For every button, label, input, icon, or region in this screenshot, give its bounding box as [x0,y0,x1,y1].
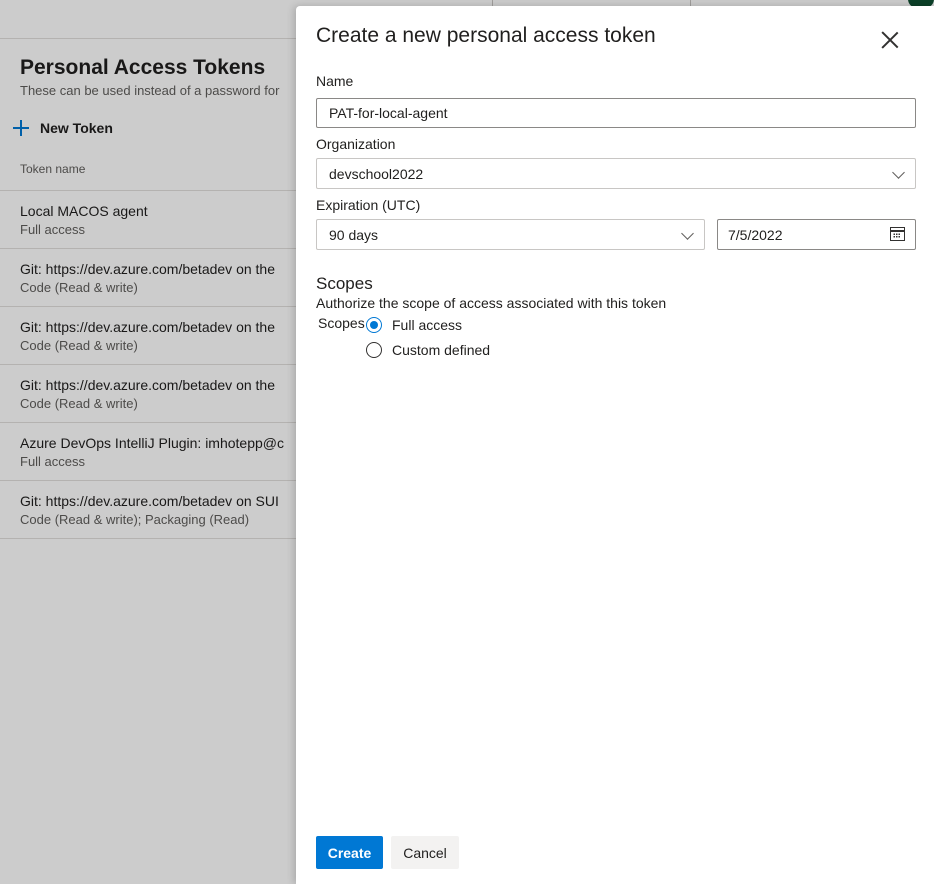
scope-option-full-access[interactable]: Full access [366,317,462,333]
name-input[interactable] [316,98,916,128]
organization-dropdown[interactable]: devschool2022 [316,158,916,189]
calendar-icon[interactable] [890,227,905,241]
expiration-date-value: 7/5/2022 [728,226,783,243]
scopes-label: Scopes [318,315,365,331]
close-icon[interactable] [878,28,902,52]
scope-option-custom-defined[interactable]: Custom defined [366,342,490,358]
panel-title: Create a new personal access token [316,24,656,47]
name-label: Name [316,73,354,89]
create-token-panel: Create a new personal access token Name … [296,6,934,884]
expiration-label: Expiration (UTC) [316,197,421,213]
chevron-down-icon [892,166,905,179]
organization-label: Organization [316,136,396,152]
expiration-date-picker[interactable]: 7/5/2022 [717,219,916,250]
scopes-heading: Scopes [316,274,373,293]
scopes-description: Authorize the scope of access associated… [316,295,667,311]
scope-option-label: Full access [392,317,463,333]
expiration-dropdown[interactable]: 90 days [316,219,705,250]
chevron-down-icon [681,227,694,240]
radio-button[interactable] [366,342,382,358]
cancel-button[interactable]: Cancel [391,836,459,869]
scope-option-label: Custom defined [392,342,491,358]
organization-value: devschool2022 [329,165,424,182]
expiration-value: 90 days [329,226,379,243]
create-button[interactable]: Create [316,836,383,869]
radio-button-checked[interactable] [366,317,382,333]
